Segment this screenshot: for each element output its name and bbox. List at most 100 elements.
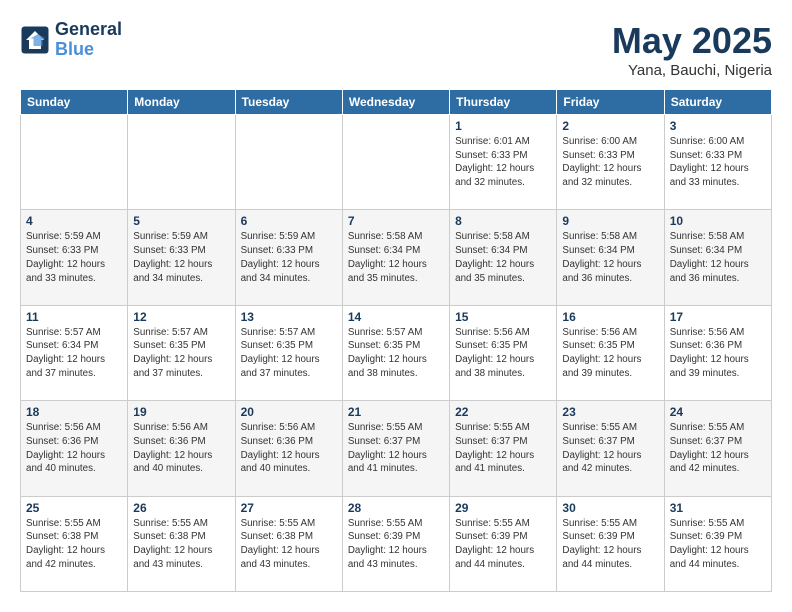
day-number: 8 [455,214,551,228]
day-number: 1 [455,119,551,133]
week-row-3: 11 Sunrise: 5:57 AM Sunset: 6:34 PM Dayli… [21,305,772,400]
day-cell-4-2: 19Sunrise: 5:56 AM Sunset: 6:36 PM Dayli… [128,401,235,496]
location: Yana, Bauchi, Nigeria [612,62,772,79]
day-info: Sunrise: 5:57 AM Sunset: 6:35 PM Dayligh… [348,326,444,381]
day-cell-5-5: 29 Sunrise: 5:55 AM Sunset: 6:39 PM Dayli… [450,496,557,591]
header-friday: Friday [557,90,664,115]
day-number: 9 [562,214,658,228]
day-cell-4-6: 23 Sunrise: 5:55 AM Sunset: 6:37 PM Dayli… [557,401,664,496]
logo-icon [20,25,50,55]
day-number: 13 [241,310,337,324]
day-cell-3-5: 15 Sunrise: 5:56 AM Sunset: 6:35 PM Dayli… [450,305,557,400]
day-cell-2-6: 9 Sunrise: 5:58 AM Sunset: 6:34 PM Daylig… [557,210,664,305]
day-number: 20 [241,405,337,419]
day-number: 18 [26,405,122,419]
day-info: Sunrise: 5:55 AM Sunset: 6:38 PM Dayligh… [133,517,229,572]
day-number: 10 [670,214,766,228]
day-number: 14 [348,310,444,324]
day-cell-4-4: 21 Sunrise: 5:55 AM Sunset: 6:37 PM Dayli… [342,401,449,496]
day-number: 21 [348,405,444,419]
calendar-table: Sunday Monday Tuesday Wednesday Thursday… [20,89,772,592]
day-number: 16 [562,310,658,324]
day-cell-4-1: 18 Sunrise: 5:56 AM Sunset: 6:36 PM Dayli… [21,401,128,496]
day-number: 12 [133,310,229,324]
day-cell-3-2: 12Sunrise: 5:57 AM Sunset: 6:35 PM Dayli… [128,305,235,400]
day-number: 31 [670,501,766,515]
day-cell-2-5: 8 Sunrise: 5:58 AM Sunset: 6:34 PM Daylig… [450,210,557,305]
day-number: 17 [670,310,766,324]
day-info: Sunrise: 5:58 AM Sunset: 6:34 PM Dayligh… [562,230,658,285]
week-row-2: 4 Sunrise: 5:59 AM Sunset: 6:33 PM Daylig… [21,210,772,305]
header-sunday: Sunday [21,90,128,115]
day-info: Sunrise: 5:55 AM Sunset: 6:39 PM Dayligh… [348,517,444,572]
day-cell-2-1: 4 Sunrise: 5:59 AM Sunset: 6:33 PM Daylig… [21,210,128,305]
day-info: Sunrise: 5:55 AM Sunset: 6:38 PM Dayligh… [26,517,122,572]
day-info: Sunrise: 6:01 AM Sunset: 6:33 PM Dayligh… [455,135,551,190]
weekday-header-row: Sunday Monday Tuesday Wednesday Thursday… [21,90,772,115]
day-cell-3-7: 17 Sunrise: 5:56 AM Sunset: 6:36 PM Dayli… [664,305,771,400]
day-number: 23 [562,405,658,419]
day-cell-1-6: 2Sunrise: 6:00 AM Sunset: 6:33 PM Daylig… [557,115,664,210]
day-cell-1-2 [128,115,235,210]
day-number: 11 [26,310,122,324]
day-cell-5-6: 30 Sunrise: 5:55 AM Sunset: 6:39 PM Dayli… [557,496,664,591]
day-cell-4-3: 20Sunrise: 5:56 AM Sunset: 6:36 PM Dayli… [235,401,342,496]
day-cell-4-7: 24 Sunrise: 5:55 AM Sunset: 6:37 PM Dayli… [664,401,771,496]
header-monday: Monday [128,90,235,115]
day-info: Sunrise: 5:55 AM Sunset: 6:37 PM Dayligh… [455,421,551,476]
day-info: Sunrise: 5:55 AM Sunset: 6:37 PM Dayligh… [562,421,658,476]
day-info: Sunrise: 5:55 AM Sunset: 6:37 PM Dayligh… [348,421,444,476]
day-info: Sunrise: 5:58 AM Sunset: 6:34 PM Dayligh… [455,230,551,285]
day-info: Sunrise: 5:58 AM Sunset: 6:34 PM Dayligh… [348,230,444,285]
day-info: Sunrise: 5:59 AM Sunset: 6:33 PM Dayligh… [133,230,229,285]
day-cell-1-1 [21,115,128,210]
logo: General Blue [20,20,122,60]
day-cell-1-3 [235,115,342,210]
day-info: Sunrise: 5:55 AM Sunset: 6:39 PM Dayligh… [562,517,658,572]
header-wednesday: Wednesday [342,90,449,115]
day-cell-4-5: 22 Sunrise: 5:55 AM Sunset: 6:37 PM Dayli… [450,401,557,496]
day-number: 4 [26,214,122,228]
day-info: Sunrise: 5:59 AM Sunset: 6:33 PM Dayligh… [26,230,122,285]
day-info: Sunrise: 5:56 AM Sunset: 6:35 PM Dayligh… [562,326,658,381]
week-row-1: 1 Sunrise: 6:01 AM Sunset: 6:33 PM Daylig… [21,115,772,210]
day-number: 27 [241,501,337,515]
day-info: Sunrise: 5:56 AM Sunset: 6:36 PM Dayligh… [26,421,122,476]
month-title: May 2025 [612,20,772,62]
day-cell-1-5: 1 Sunrise: 6:01 AM Sunset: 6:33 PM Daylig… [450,115,557,210]
header-thursday: Thursday [450,90,557,115]
day-info: Sunrise: 5:56 AM Sunset: 6:36 PM Dayligh… [670,326,766,381]
day-number: 2 [562,119,658,133]
day-number: 24 [670,405,766,419]
logo-text: General Blue [55,20,122,60]
day-number: 5 [133,214,229,228]
day-number: 15 [455,310,551,324]
day-number: 7 [348,214,444,228]
day-cell-2-7: 10Sunrise: 5:58 AM Sunset: 6:34 PM Dayli… [664,210,771,305]
week-row-5: 25Sunrise: 5:55 AM Sunset: 6:38 PM Dayli… [21,496,772,591]
day-number: 26 [133,501,229,515]
day-cell-5-4: 28Sunrise: 5:55 AM Sunset: 6:39 PM Dayli… [342,496,449,591]
day-number: 22 [455,405,551,419]
day-cell-1-4 [342,115,449,210]
day-cell-2-4: 7 Sunrise: 5:58 AM Sunset: 6:34 PM Daylig… [342,210,449,305]
day-cell-5-7: 31Sunrise: 5:55 AM Sunset: 6:39 PM Dayli… [664,496,771,591]
day-cell-5-3: 27Sunrise: 5:55 AM Sunset: 6:38 PM Dayli… [235,496,342,591]
day-cell-3-1: 11 Sunrise: 5:57 AM Sunset: 6:34 PM Dayli… [21,305,128,400]
day-info: Sunrise: 6:00 AM Sunset: 6:33 PM Dayligh… [670,135,766,190]
header: General Blue May 2025 Yana, Bauchi, Nige… [20,20,772,79]
day-cell-1-7: 3 Sunrise: 6:00 AM Sunset: 6:33 PM Daylig… [664,115,771,210]
day-info: Sunrise: 5:57 AM Sunset: 6:34 PM Dayligh… [26,326,122,381]
day-number: 30 [562,501,658,515]
day-number: 29 [455,501,551,515]
day-cell-2-3: 6Sunrise: 5:59 AM Sunset: 6:33 PM Daylig… [235,210,342,305]
day-info: Sunrise: 5:55 AM Sunset: 6:39 PM Dayligh… [455,517,551,572]
day-number: 3 [670,119,766,133]
day-info: Sunrise: 5:59 AM Sunset: 6:33 PM Dayligh… [241,230,337,285]
day-info: Sunrise: 5:55 AM Sunset: 6:37 PM Dayligh… [670,421,766,476]
week-row-4: 18 Sunrise: 5:56 AM Sunset: 6:36 PM Dayli… [21,401,772,496]
day-info: Sunrise: 5:56 AM Sunset: 6:35 PM Dayligh… [455,326,551,381]
day-info: Sunrise: 5:56 AM Sunset: 6:36 PM Dayligh… [133,421,229,476]
day-cell-3-3: 13Sunrise: 5:57 AM Sunset: 6:35 PM Dayli… [235,305,342,400]
page: General Blue May 2025 Yana, Bauchi, Nige… [0,0,792,612]
